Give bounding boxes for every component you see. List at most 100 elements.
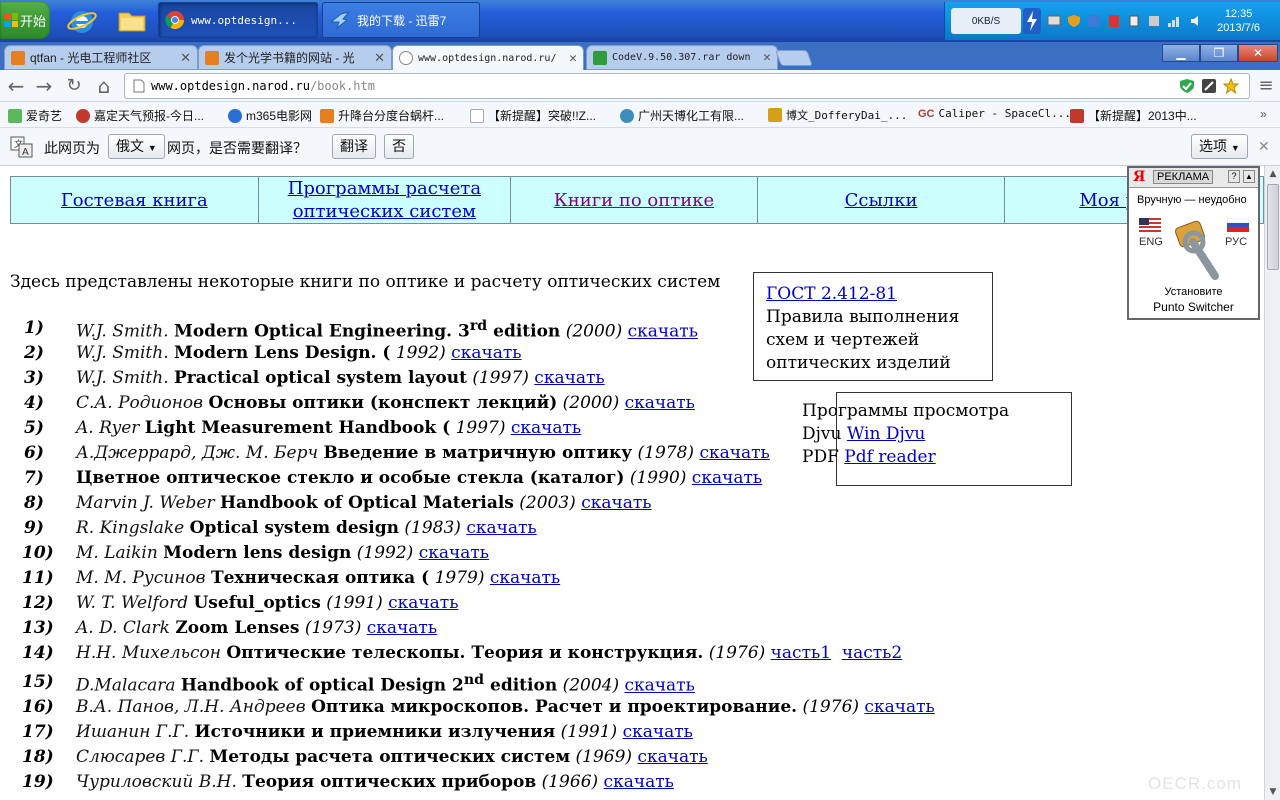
language-select[interactable]: 俄文 ▼ [108, 134, 165, 159]
win-djvu-link[interactable]: Win Djvu [847, 424, 925, 444]
star-icon[interactable] [1223, 78, 1239, 94]
download-link-part2[interactable]: часть2 [842, 643, 902, 663]
download-link[interactable]: скачать [864, 697, 934, 717]
nav-link-books[interactable]: Книги по оптике [554, 189, 714, 212]
download-link[interactable]: скачать [451, 343, 521, 363]
tab-optdesign[interactable]: www.optdesign.narod.ru/ ✕ [392, 45, 584, 71]
tab-forum[interactable]: 发个光学书籍的网站 - 光 ✕ [198, 45, 392, 70]
tab-strip: qtfan - 光电工程师社区 ✕ 发个光学书籍的网站 - 光 ✕ www.op… [0, 42, 1280, 71]
download-link[interactable]: скачать [699, 443, 769, 463]
forward-button[interactable]: → [32, 74, 56, 98]
download-link[interactable]: скачать [490, 568, 560, 588]
bookmark-item[interactable]: 【新提醒】2013中... [1070, 107, 1197, 124]
no-translate-button[interactable]: 否 [384, 134, 414, 159]
menu-icon[interactable]: ≡ [1254, 74, 1278, 98]
scroll-thumb[interactable] [1267, 184, 1279, 270]
download-link[interactable]: скачать [692, 468, 762, 488]
browser-toolbar: ← → ↻ ⌂ www.optdesign.narod.ru/book.htm … [0, 70, 1280, 102]
tab-title: 发个光学书籍的网站 - 光 [224, 51, 355, 65]
back-button[interactable]: ← [4, 74, 28, 98]
book-line: Н.Н. Михельсон Оптические телескопы. Тео… [76, 643, 902, 663]
lightning-icon[interactable] [1023, 8, 1041, 34]
shield-icon[interactable] [1067, 14, 1081, 28]
more-bookmarks-icon[interactable]: » [1260, 107, 1267, 121]
book-author: С.А. Родионов [76, 393, 204, 413]
net-speed-widget[interactable]: 0KB/S [951, 8, 1021, 34]
bookmark-item[interactable]: 【新提醒】突破!!Z... [470, 107, 596, 124]
new-tab-button[interactable] [775, 50, 813, 66]
options-button[interactable]: 选项 ▼ [1191, 134, 1248, 159]
extension-icon[interactable] [1201, 78, 1217, 94]
nav-link-programs[interactable]: Программы расчета оптических систем [279, 177, 491, 223]
bookmark-item[interactable]: 广州天博化工有限... [620, 107, 744, 124]
bookmark-item[interactable]: 博文_DofferyDai_... [768, 107, 907, 123]
scroll-down-icon[interactable]: ▼ [1266, 785, 1280, 799]
download-link[interactable]: скачать [419, 543, 489, 563]
restore-button[interactable]: ❐ [1200, 44, 1238, 62]
download-link[interactable]: скачать [511, 418, 581, 438]
reload-button[interactable]: ↻ [62, 74, 86, 98]
nav-link-guestbook[interactable]: Гостевая книга [61, 189, 208, 212]
collapse-icon[interactable]: ▲ [1243, 170, 1255, 183]
tab-qtfan[interactable]: qtfan - 光电工程师社区 ✕ [4, 45, 198, 70]
nav-link-links[interactable]: Ссылки [845, 189, 918, 212]
forum-favicon-icon [205, 50, 219, 65]
book-year: (1991) [560, 722, 618, 742]
book-line: M. Laikin Modern lens design (1992) скач… [76, 543, 489, 563]
close-window-button[interactable]: ✕ [1238, 44, 1278, 62]
bookmark-item[interactable]: 爱奇艺 [8, 107, 62, 124]
taskbar-item-chrome[interactable]: www.optdesign... [158, 2, 318, 38]
app-icon[interactable] [1147, 14, 1161, 28]
gost-link[interactable]: ГОСТ 2.412-81 [766, 284, 897, 304]
shield-check-icon[interactable] [1179, 78, 1195, 94]
download-link[interactable]: скачать [367, 618, 437, 638]
bookmark-item[interactable]: 嘉定天气预报-今日... [76, 107, 204, 124]
help-icon[interactable]: ? [1228, 170, 1240, 183]
download-link[interactable]: скачать [534, 368, 604, 388]
close-icon[interactable]: ✕ [569, 51, 577, 66]
internet-explorer-icon[interactable] [66, 5, 98, 37]
chat-icon[interactable] [1047, 14, 1061, 28]
scroll-up-icon[interactable]: ▲ [1266, 167, 1280, 181]
signal-icon[interactable] [1167, 14, 1183, 28]
download-link[interactable]: скачать [466, 518, 536, 538]
clock[interactable]: 12:35 2013/7/6 [1217, 7, 1260, 35]
download-link[interactable]: скачать [581, 493, 651, 513]
minimize-button[interactable]: ▁ [1162, 44, 1200, 62]
security-icon[interactable] [1107, 14, 1121, 28]
close-icon[interactable]: ✕ [374, 50, 385, 66]
ad-cta-line1: Установите [1164, 286, 1223, 298]
close-icon[interactable]: ✕ [763, 50, 771, 65]
usb-icon[interactable] [1127, 14, 1141, 28]
close-icon[interactable]: ✕ [180, 50, 191, 66]
gost-box: ГОСТ 2.412-81 Правила выполнения схем и … [753, 272, 993, 381]
chrome-icon [165, 11, 184, 30]
book-number: 9) [24, 518, 44, 538]
taskbar-item-xunlei[interactable]: 我的下载 - 迅雷7 [322, 2, 480, 38]
download-link[interactable]: скачать [604, 772, 674, 792]
vertical-scrollbar[interactable]: ▲ ▼ [1264, 166, 1280, 800]
download-link[interactable]: скачать [625, 676, 695, 696]
download-link[interactable]: скачать [625, 393, 695, 413]
home-button[interactable]: ⌂ [92, 74, 116, 98]
address-bar[interactable]: www.optdesign.narod.ru/book.htm [124, 73, 1250, 99]
pdf-reader-link[interactable]: Pdf reader [844, 447, 935, 467]
translate-button[interactable]: 翻译 [332, 134, 376, 159]
volume-icon[interactable] [1189, 14, 1203, 28]
network-icon[interactable] [1087, 14, 1101, 28]
book-number: 15) [22, 672, 54, 692]
bookmark-item[interactable]: m365电影网 [228, 107, 312, 124]
download-link[interactable]: скачать [628, 322, 698, 342]
bookmark-item[interactable]: GC Caliper - SpaceCl... [918, 107, 1071, 120]
download-link[interactable]: скачать [637, 747, 707, 767]
download-link[interactable]: скачать [623, 722, 693, 742]
download-link[interactable]: скачать [388, 593, 458, 613]
bookmark-item[interactable]: 升降台分度台蜗杆... [320, 107, 444, 124]
download-link[interactable]: часть1 [771, 643, 831, 663]
book-author: W.J. Smith. [76, 368, 169, 388]
tab-codev[interactable]: CodeV.9.50.307.rar down ✕ [586, 45, 778, 70]
folder-icon[interactable] [116, 5, 148, 37]
close-icon[interactable]: ✕ [1258, 138, 1270, 155]
start-button[interactable]: 开始 [0, 1, 50, 39]
punto-switcher-ad[interactable]: Я РЕКЛАМА ? ▲ Вручную — неудобно ENG РУС… [1127, 166, 1260, 320]
